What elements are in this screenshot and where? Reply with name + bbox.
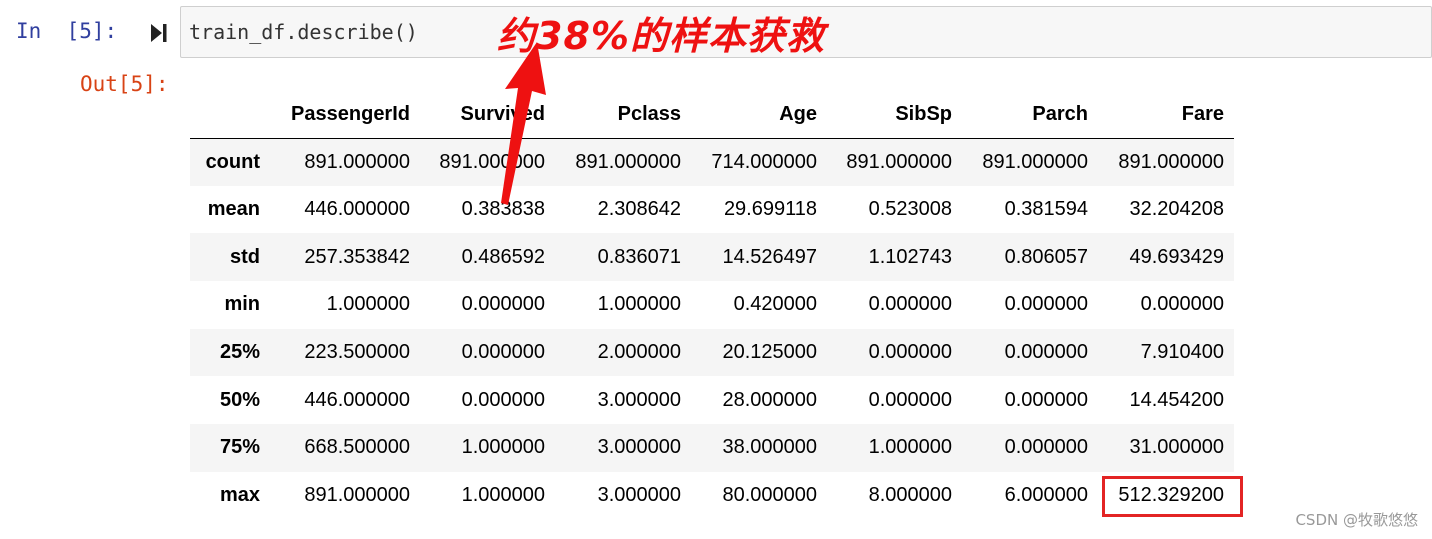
- table-cell: 223.500000: [304, 341, 410, 364]
- index-header: [190, 92, 270, 139]
- table-cell: 0.383838: [461, 198, 545, 221]
- describe-output-table: PassengerId Survived Pclass Age SibSp Pa…: [190, 92, 1234, 520]
- table-row: min 1.000000 0.000000 1.000000 0.420000 0.000…: [190, 281, 1234, 329]
- table-cell: 7.910400: [1140, 341, 1224, 364]
- table-cell: 891.000000: [982, 150, 1088, 173]
- table-cell: 14.526497: [722, 245, 817, 268]
- table-cell: 0.000000: [868, 293, 952, 316]
- table-header-row: PassengerId Survived Pclass Age SibSp Pa…: [190, 92, 1234, 139]
- table-cell: 891.000000: [304, 484, 410, 507]
- table-cell: 49.693429: [1129, 245, 1224, 268]
- table-cell: 8.000000: [868, 484, 952, 507]
- row-index-label: 50%: [219, 388, 260, 411]
- table-cell: 0.000000: [1004, 388, 1088, 411]
- table-cell: 0.000000: [461, 388, 545, 411]
- table-cell: 0.836071: [597, 245, 681, 268]
- row-index-label: mean: [207, 198, 260, 221]
- table-cell: 0.000000: [868, 388, 952, 411]
- table-cell: 0.000000: [1004, 341, 1088, 364]
- table-cell: 2.000000: [597, 341, 681, 364]
- table-cell: 0.806057: [1004, 245, 1088, 268]
- column-header: SibSp: [827, 92, 962, 139]
- table-cell: 0.420000: [733, 293, 817, 316]
- input-prompt: In [5]:: [16, 19, 118, 43]
- table-cell: 29.699118: [723, 198, 817, 221]
- row-index-label: std: [230, 245, 260, 268]
- table-row: 25% 223.500000 0.000000 2.000000 20.125000 0.…: [190, 328, 1234, 377]
- column-header: PassengerId: [270, 92, 420, 139]
- table-cell: 3.000000: [597, 388, 681, 411]
- output-prompt: Out[5]:: [80, 72, 169, 96]
- table-cell: 0.000000: [1004, 293, 1088, 316]
- table-cell: 3.000000: [597, 436, 681, 459]
- table-cell: 1.000000: [597, 293, 681, 316]
- table-cell: 1.000000: [326, 293, 410, 316]
- run-cell-icon[interactable]: [150, 22, 168, 44]
- row-index-label: max: [219, 484, 260, 507]
- table-cell: 891.000000: [304, 150, 410, 173]
- table-cell: 0.000000: [1140, 293, 1224, 316]
- table-cell: 0.486592: [461, 245, 545, 268]
- survival-annotation: 约38%的样本获救: [497, 14, 825, 58]
- table-cell: 446.000000: [304, 198, 410, 221]
- table-cell: 891.000000: [575, 150, 681, 173]
- table-cell: 891.000000: [1118, 150, 1224, 173]
- column-header: Age: [691, 92, 827, 139]
- column-header: Parch: [962, 92, 1098, 139]
- table-cell: 20.125000: [722, 341, 817, 364]
- table-cell: 28.000000: [722, 388, 817, 411]
- table-row: 50% 446.000000 0.000000 3.000000 28.000000 0.…: [190, 376, 1234, 425]
- table-cell: 38.000000: [722, 436, 817, 459]
- table-cell: 80.000000: [722, 484, 817, 507]
- table-cell: 257.353842: [304, 245, 410, 268]
- max-fare-highlight-box: [1102, 476, 1243, 517]
- table-cell: 0.523008: [868, 198, 952, 221]
- table-cell: 1.000000: [868, 436, 952, 459]
- row-index-label: count: [205, 150, 260, 173]
- table-cell: 2.308642: [597, 198, 681, 221]
- table-cell: 3.000000: [597, 484, 681, 507]
- column-header: Fare: [1098, 92, 1234, 139]
- table-row: mean 446.000000 0.383838 2.308642 29.699118 0…: [190, 185, 1234, 234]
- table-cell: 0.381594: [1004, 198, 1088, 221]
- row-index-label: min: [224, 293, 260, 316]
- table-row: count 891.000000 891.000000 891.000000 714.0…: [190, 138, 1234, 186]
- column-header: Survived: [420, 92, 555, 139]
- table-cell: 446.000000: [304, 388, 410, 411]
- code-text: train_df.describe(): [189, 20, 418, 44]
- table-cell: 714.000000: [711, 150, 817, 173]
- table-cell: 6.000000: [1004, 484, 1088, 507]
- row-index-label: 25%: [219, 341, 260, 364]
- table-cell: 1.000000: [461, 436, 545, 459]
- table-cell: 0.000000: [461, 293, 545, 316]
- table-cell: 668.500000: [304, 436, 410, 459]
- table-cell: 1.102743: [868, 245, 952, 268]
- csdn-watermark: CSDN @牧歌悠悠: [1295, 511, 1418, 529]
- table-cell: 891.000000: [846, 150, 952, 173]
- table-row: 75% 668.500000 1.000000 3.000000 38.000000 1.…: [190, 424, 1234, 472]
- table-cell: 31.000000: [1129, 436, 1224, 459]
- table-row: std 257.353842 0.486592 0.836071 14.526497 1.…: [190, 233, 1234, 282]
- table-cell: 891.000000: [439, 150, 545, 173]
- table-cell: 0.000000: [1004, 436, 1088, 459]
- table-cell: 1.000000: [461, 484, 545, 507]
- row-index-label: 75%: [219, 436, 260, 459]
- table-cell: 0.000000: [868, 341, 952, 364]
- table-cell: 14.454200: [1129, 388, 1224, 411]
- table-row: max 891.000000 1.000000 3.000000 80.000000 8.…: [190, 471, 1234, 520]
- column-header: Pclass: [555, 92, 691, 139]
- table-cell: 0.000000: [461, 341, 545, 364]
- table-cell: 32.204208: [1129, 198, 1224, 221]
